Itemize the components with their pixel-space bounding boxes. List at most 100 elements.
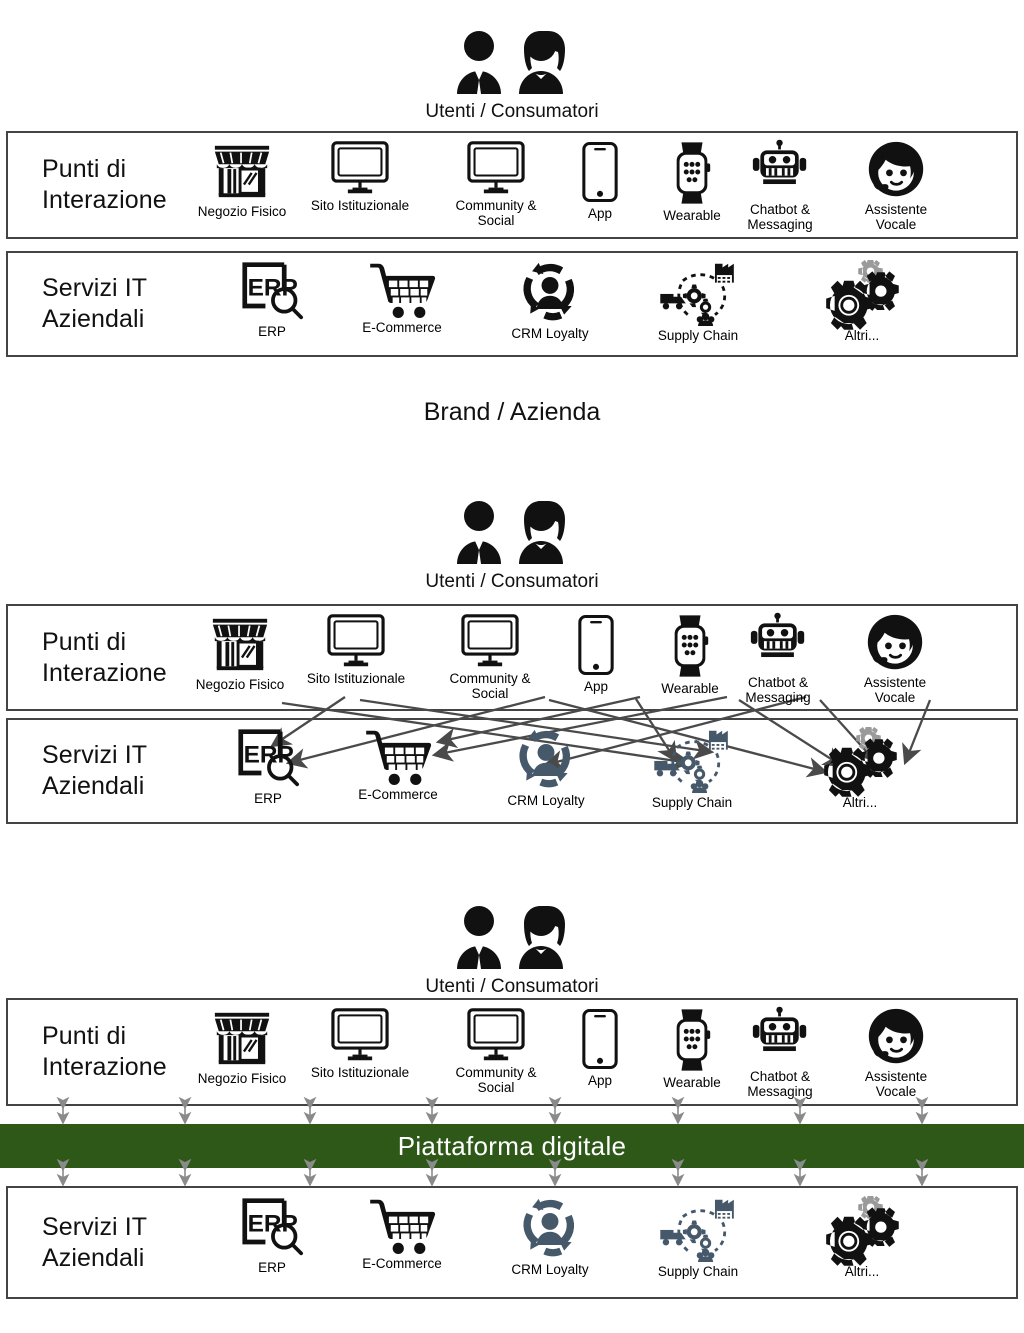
cell-label: CRM Loyalty: [511, 1262, 589, 1277]
it-service-p3-gears[interactable]: Altri...: [787, 1196, 937, 1279]
cell-label: Community & Social: [449, 671, 531, 701]
erp-search-icon: ERP: [239, 1196, 305, 1258]
cell-label: Altri...: [842, 795, 878, 810]
it-service-p2-shopping-cart[interactable]: E-Commerce: [323, 727, 473, 802]
robot-icon: [751, 1006, 809, 1067]
it-service-p3-erp-search[interactable]: ERP ERP: [197, 1196, 347, 1275]
smartphone-icon: [578, 614, 614, 676]
cell-label: App: [587, 206, 613, 221]
it-service-p2-erp-search[interactable]: ERP ERP: [193, 727, 343, 806]
storefront-icon: [211, 140, 273, 202]
erp-search-icon: ERP: [239, 260, 305, 322]
users-label-2: Utenti / Consumatori: [425, 571, 599, 592]
headset-person-icon: [868, 141, 924, 197]
cell-label: E-Commerce: [358, 787, 438, 802]
robot-icon: [750, 612, 805, 658]
headset-person-icon: [867, 614, 923, 670]
desktop-monitor-icon: [331, 141, 389, 194]
touchpoint-p2-desktop-monitor[interactable]: Sito Istituzionale: [281, 613, 431, 686]
headset-person-icon: [865, 613, 925, 673]
it-service-p2-crm-cycle-person[interactable]: CRM Loyalty: [471, 727, 621, 808]
desktop-monitor-icon: [329, 140, 391, 196]
it-service-p2-supply-chain[interactable]: Supply Chain: [617, 727, 767, 810]
gears-icon: [822, 727, 898, 797]
smartphone-icon: [581, 140, 619, 204]
erp-search-icon: ERP: [242, 1198, 303, 1256]
smartphone-icon: [582, 1008, 618, 1070]
it-service-p1-shopping-cart[interactable]: E-Commerce: [327, 260, 477, 335]
storefront-icon: [211, 1007, 273, 1069]
brand-azienda-caption: Brand / Azienda: [423, 398, 601, 426]
cell-label: E-Commerce: [362, 1256, 442, 1271]
supply-chain-icon: [658, 1196, 738, 1262]
users-couple-icon: [457, 31, 565, 94]
it-service-p3-crm-cycle-person[interactable]: CRM Loyalty: [475, 1196, 625, 1277]
desktop-monitor-icon: [331, 1008, 389, 1061]
supply-chain-icon: [652, 727, 732, 793]
cell-label: Negozio Fisico: [195, 677, 285, 692]
touchpoint-p2-headset-person[interactable]: Assistente Vocale: [820, 613, 970, 705]
shopping-cart-icon: [370, 1199, 436, 1254]
row-label-it-3: Servizi IT Aziendali: [42, 1212, 148, 1272]
cell-label: Supply Chain: [657, 1264, 739, 1279]
row-label-touchpoints-3: Punti di Interazione: [42, 1022, 167, 1081]
touchpoint-p1-headset-person[interactable]: Assistente Vocale: [821, 140, 971, 232]
touchpoint-p3-headset-person[interactable]: Assistente Vocale: [821, 1007, 971, 1099]
desktop-monitor-icon: [465, 1007, 527, 1063]
it-service-p1-erp-search[interactable]: ERP ERP: [197, 260, 347, 339]
supply-chain-icon: [658, 260, 738, 326]
it-service-p1-gears[interactable]: Altri...: [787, 260, 937, 343]
digital-platform-label: Piattaforma digitale: [397, 1130, 627, 1161]
it-service-p3-shopping-cart[interactable]: E-Commerce: [327, 1196, 477, 1271]
shopping-cart-icon: [368, 1196, 436, 1254]
cell-label: Chatbot & Messaging: [745, 675, 811, 705]
users-couple-icon: [457, 906, 565, 969]
crm-cycle-person-icon: [514, 727, 578, 791]
desktop-monitor-icon: [459, 613, 521, 669]
cell-label: Sito Istituzionale: [310, 1065, 410, 1080]
desktop-monitor-icon: [465, 140, 527, 196]
cell-label: Altri...: [844, 1264, 880, 1279]
crm-cycle-person-icon: [523, 1198, 575, 1257]
cell-label: Assistente Vocale: [864, 202, 928, 232]
supply-chain-icon: [654, 730, 728, 793]
shopping-cart-icon: [370, 263, 436, 318]
cell-label: ERP: [258, 324, 286, 339]
cell-label: Altri...: [844, 328, 880, 343]
row-label-it-1: Servizi IT Aziendali: [42, 274, 148, 333]
cell-label: ERP: [254, 791, 282, 806]
crm-cycle-person-icon: [518, 1196, 582, 1260]
cell-label: Negozio Fisico: [197, 204, 287, 219]
robot-icon: [749, 612, 807, 673]
it-service-p1-crm-cycle-person[interactable]: CRM Loyalty: [475, 260, 625, 341]
smartphone-icon: [581, 1007, 619, 1071]
desktop-monitor-icon: [467, 1008, 525, 1061]
crm-cycle-person-icon: [519, 729, 571, 788]
desktop-monitor-icon: [461, 614, 519, 667]
it-service-p3-supply-chain[interactable]: Supply Chain: [623, 1196, 773, 1279]
it-service-p2-gears[interactable]: Altri...: [785, 727, 935, 810]
cell-label: App: [587, 1073, 613, 1088]
users-label-1: Utenti / Consumatori: [425, 101, 599, 122]
robot-icon: [751, 139, 809, 200]
users-group-3: Utenti / Consumatori: [0, 903, 1024, 998]
row-label-it-2: Servizi IT Aziendali: [42, 741, 148, 800]
shopping-cart-icon: [368, 260, 436, 318]
cell-label: Supply Chain: [651, 795, 733, 810]
desktop-monitor-icon: [467, 141, 525, 194]
storefront-icon: [214, 1012, 270, 1065]
it-service-p1-supply-chain[interactable]: Supply Chain: [623, 260, 773, 343]
cell-label: Assistente Vocale: [864, 1069, 928, 1099]
erp-search-icon: ERP: [238, 729, 299, 787]
crm-cycle-person-icon: [518, 260, 582, 324]
erp-search-icon: ERP: [242, 262, 303, 320]
smartphone-icon: [577, 613, 615, 677]
gears-icon: [824, 727, 897, 797]
gears-icon: [826, 260, 899, 330]
cell-label: Sito Istituzionale: [306, 671, 406, 686]
touchpoint-p1-desktop-monitor[interactable]: Sito Istituzionale: [285, 140, 435, 213]
cell-label: CRM Loyalty: [507, 793, 585, 808]
cell-label: Negozio Fisico: [197, 1071, 287, 1086]
cell-label: Sito Istituzionale: [310, 198, 410, 213]
touchpoint-p3-desktop-monitor[interactable]: Sito Istituzionale: [285, 1007, 435, 1080]
